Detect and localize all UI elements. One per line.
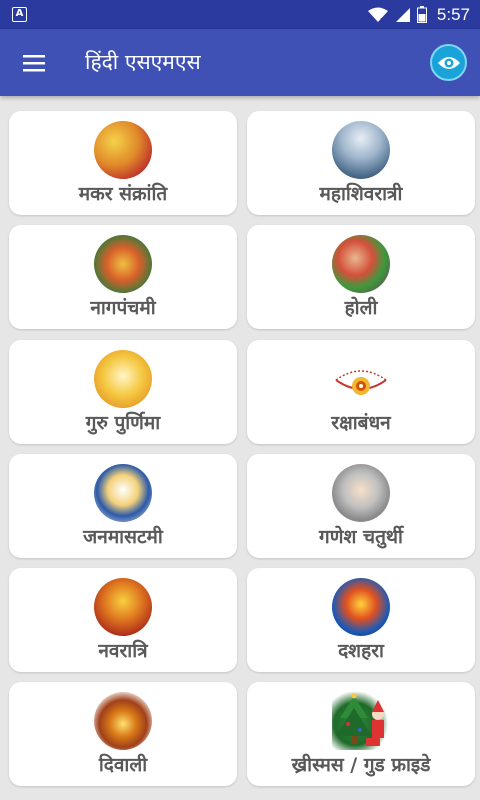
category-card-holi[interactable]: होली [247,225,475,329]
battery-icon [416,6,427,23]
category-label: ख्रीस्मस / गुड फ्राइडे [291,754,431,776]
category-card-ganesh-chaturthi[interactable]: गणेश चतुर्थी [247,454,475,558]
durga-icon [94,578,152,636]
eye-icon [437,56,460,69]
status-icons: x 5:57 [367,0,470,29]
category-label: दिवाली [98,754,148,776]
holi-colors-icon [332,235,390,293]
category-label: रक्षाबंधन [331,412,391,434]
category-grid: मकर संक्रांति महाशिवरात्री नागपंचमी होली… [0,96,480,800]
shiva-icon [332,121,390,179]
christmas-tree-icon [332,692,390,750]
diya-lamps-icon [94,692,152,750]
svg-text:x: x [380,16,384,23]
category-card-christmas-good-friday[interactable]: ख्रीस्मस / गुड फ्राइडे [247,682,475,786]
category-label: गणेश चतुर्थी [319,526,403,548]
snake-festival-icon [94,235,152,293]
category-label: होली [344,297,378,319]
app-bar: हिंदी एसएमएस [0,29,480,96]
category-label: नागपंचमी [90,297,156,319]
category-card-dussehra[interactable]: दशहरा [247,568,475,672]
category-card-mahashivratri[interactable]: महाशिवरात्री [247,111,475,215]
status-bar: A x 5:57 [0,0,480,29]
ganesha-icon [332,464,390,522]
ravana-icon [332,578,390,636]
category-label: नवरात्रि [98,640,148,662]
notification-app-icon: A [12,7,27,22]
category-label: महाशिवरात्री [319,183,403,205]
category-label: दशहरा [338,640,384,662]
krishna-icon [94,464,152,522]
category-label: गुरु पुर्णिमा [85,412,161,434]
kite-festival-icon [94,121,152,179]
rakhi-icon [332,350,390,408]
app-title: हिंदी एसएमएस [85,50,201,74]
category-card-diwali[interactable]: दिवाली [9,682,237,786]
category-card-makar-sankranti[interactable]: मकर संक्रांति [9,111,237,215]
category-card-rakshabandhan[interactable]: रक्षाबंधन [247,340,475,444]
category-card-navratri[interactable]: नवरात्रि [9,568,237,672]
status-time: 5:57 [436,4,470,24]
category-card-janmashtami[interactable]: जनमासटमी [9,454,237,558]
wifi-icon: x [367,7,388,23]
signal-icon [395,7,410,22]
category-label: मकर संक्रांति [78,183,168,205]
category-card-guru-purnima[interactable]: गुरु पुर्णिमा [9,340,237,444]
hamburger-menu-icon [23,54,45,71]
eye-button[interactable] [430,44,467,81]
category-label: जनमासटमी [83,526,163,548]
guru-icon [94,350,152,408]
menu-button[interactable] [14,43,54,83]
category-card-nagpanchami[interactable]: नागपंचमी [9,225,237,329]
